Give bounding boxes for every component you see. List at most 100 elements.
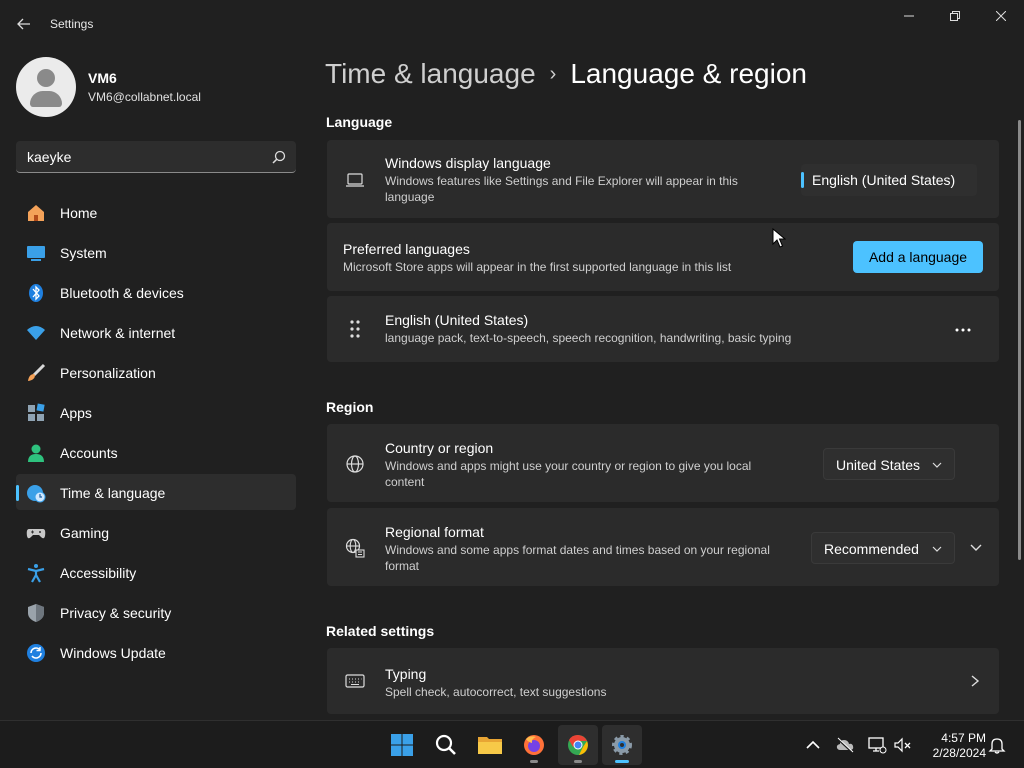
chevron-right-icon — [971, 675, 980, 687]
sidebar-item-accounts[interactable]: Accounts — [16, 434, 296, 470]
shield-icon — [28, 604, 44, 622]
typing-subtitle: Spell check, autocorrect, text suggestio… — [385, 685, 607, 699]
regional-format-dropdown[interactable]: Recommended — [811, 532, 955, 564]
display-language-value: English (United States) — [812, 172, 956, 188]
home-icon — [28, 205, 44, 221]
search-icon[interactable] — [272, 150, 286, 164]
installed-language-subtitle: language pack, text-to-speech, speech re… — [385, 331, 792, 345]
minimize-icon — [904, 15, 914, 17]
settings-taskbar-button[interactable] — [602, 725, 642, 765]
network-status-icon[interactable] — [867, 735, 887, 755]
sidebar-item-apps[interactable]: Apps — [16, 394, 296, 430]
folder-icon — [478, 737, 502, 754]
section-title-related: Related settings — [326, 623, 435, 639]
sidebar-item-personalization[interactable]: Personalization — [16, 354, 296, 390]
country-region-title: Country or region — [385, 440, 494, 456]
chrome-icon — [568, 734, 588, 755]
display-language-dropdown[interactable]: English (United States) — [801, 164, 977, 196]
firefox-icon — [524, 735, 544, 755]
user-profile[interactable]: VM6 VM6@collabnet.local — [16, 57, 201, 117]
sidebar-item-home[interactable]: Home — [16, 194, 296, 230]
volume-muted-icon[interactable] — [893, 735, 913, 755]
more-options-button[interactable] — [949, 320, 977, 340]
mouse-cursor-icon — [772, 228, 786, 248]
more-icon — [955, 328, 971, 332]
typing-title: Typing — [385, 666, 427, 682]
sidebar-item-windows-update[interactable]: Windows Update — [16, 634, 296, 670]
running-indicator — [530, 760, 538, 763]
country-region-subtitle: Windows and apps might use your country … — [385, 459, 752, 489]
avatar — [16, 57, 76, 117]
firefox-button[interactable] — [514, 725, 554, 765]
start-button[interactable] — [382, 725, 422, 765]
typing-link-card[interactable]: Typing Spell check, autocorrect, text su… — [327, 648, 999, 714]
sidebar-item-bluetooth[interactable]: Bluetooth & devices — [16, 274, 296, 310]
regional-format-subtitle: Windows and some apps format dates and t… — [385, 543, 770, 573]
country-region-dropdown[interactable]: United States — [823, 448, 955, 480]
profile-email: VM6@collabnet.local — [88, 90, 201, 104]
clock-time: 4:57 PM — [941, 731, 986, 745]
close-icon — [996, 11, 1006, 21]
drag-handle-icon[interactable] — [345, 319, 365, 339]
country-region-value: United States — [836, 457, 921, 473]
breadcrumb-parent[interactable]: Time & language — [325, 58, 536, 90]
cloud-offline-icon[interactable] — [835, 735, 855, 755]
sidebar-item-gaming[interactable]: Gaming — [16, 514, 296, 550]
display-language-subtitle: Windows features like Settings and File … — [385, 174, 738, 204]
breadcrumb: Time & language › Language & region — [325, 58, 807, 90]
globe-icon — [346, 455, 364, 473]
title-bar: Settings — [0, 0, 1024, 48]
installed-language-title: English (United States) — [385, 312, 529, 328]
language-list-item[interactable]: English (United States) language pack, t… — [327, 296, 999, 362]
apps-icon — [28, 403, 45, 421]
section-title-region: Region — [326, 399, 374, 415]
notification-bell-icon[interactable] — [987, 735, 1007, 755]
minimize-button[interactable] — [886, 6, 932, 26]
windows-logo-icon — [391, 734, 413, 756]
content-scrollbar[interactable] — [1018, 120, 1021, 560]
display-language-title: Windows display language — [385, 155, 551, 171]
section-title-language: Language — [326, 114, 393, 130]
country-region-card: Country or region Windows and apps might… — [327, 424, 999, 502]
time-language-icon — [27, 485, 46, 503]
file-explorer-button[interactable] — [470, 725, 510, 765]
close-button[interactable] — [978, 6, 1024, 26]
expand-chevron-icon[interactable] — [969, 541, 983, 555]
sidebar-item-privacy[interactable]: Privacy & security — [16, 594, 296, 630]
accessibility-icon — [27, 564, 45, 583]
running-indicator — [574, 760, 582, 763]
regional-format-title: Regional format — [385, 524, 484, 540]
search-value[interactable]: kaeyke — [27, 149, 71, 165]
sidebar-item-network[interactable]: Network & internet — [16, 314, 296, 350]
sidebar-item-accessibility[interactable]: Accessibility — [16, 554, 296, 590]
regional-format-value: Recommended — [824, 541, 919, 557]
chevron-up-icon[interactable] — [803, 735, 823, 755]
clock-date: 2/28/2024 — [932, 746, 986, 760]
restore-button[interactable] — [932, 6, 978, 26]
sidebar-item-time-language[interactable]: Time & language — [16, 474, 296, 510]
regional-format-card[interactable]: Regional format Windows and some apps fo… — [327, 508, 999, 586]
chrome-button[interactable] — [558, 725, 598, 765]
regional-format-icon — [345, 538, 365, 558]
gaming-icon — [26, 529, 46, 539]
profile-name: VM6 — [88, 70, 117, 86]
sidebar-item-system[interactable]: System — [16, 234, 296, 270]
arrow-left-icon — [17, 18, 30, 30]
accounts-icon — [28, 444, 44, 462]
add-language-button[interactable]: Add a language — [853, 241, 983, 273]
windows-display-language-card: Windows display language Windows feature… — [327, 140, 999, 218]
breadcrumb-separator: › — [549, 62, 557, 85]
update-icon — [27, 644, 45, 662]
search-icon — [435, 734, 456, 755]
gear-icon — [612, 735, 632, 755]
active-indicator — [615, 760, 629, 763]
network-icon — [27, 326, 45, 340]
page-title: Language & region — [570, 58, 807, 89]
taskbar-clock[interactable]: 4:57 PM 2/28/2024 — [916, 731, 986, 761]
laptop-icon — [346, 173, 364, 187]
app-title: Settings — [50, 17, 94, 31]
search-input[interactable]: kaeyke — [16, 141, 296, 173]
chevron-down-icon — [932, 546, 942, 552]
back-button[interactable] — [12, 12, 36, 36]
taskbar-search-button[interactable] — [426, 725, 466, 765]
